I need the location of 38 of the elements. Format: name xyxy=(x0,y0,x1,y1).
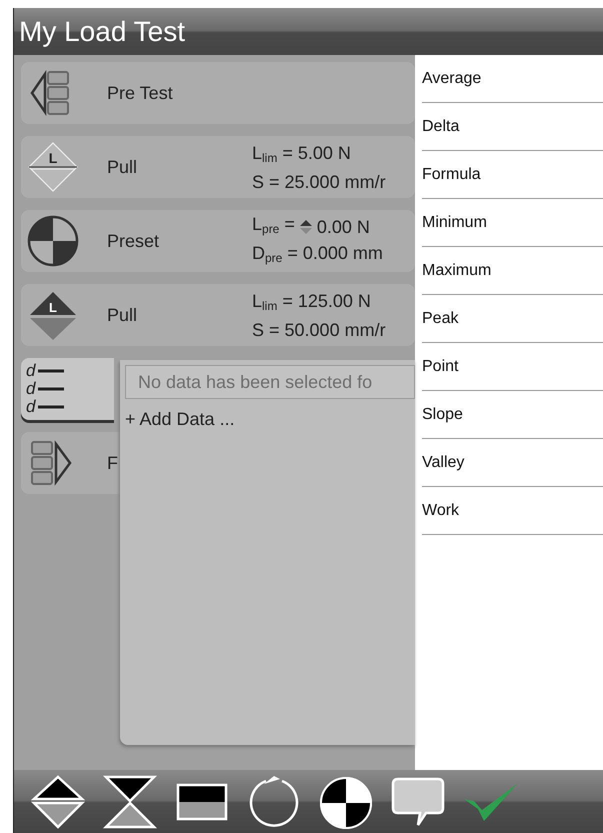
icon-letter: d xyxy=(26,361,36,380)
menu-item[interactable]: Maximum xyxy=(422,247,603,295)
icon-letter: d xyxy=(26,379,36,398)
parameter-text: S = 50.000 mm/r xyxy=(252,318,386,340)
add-data-link[interactable]: + Add Data ... xyxy=(125,409,235,430)
parameter-text: D$_{pre}$ = 0.000 mm xyxy=(252,242,383,267)
data-step-tab[interactable]: d d d xyxy=(21,358,114,420)
menu-item[interactable]: Formula xyxy=(422,151,603,199)
icon-letter: L xyxy=(48,150,58,166)
step-label: F xyxy=(107,452,119,474)
data-field[interactable]: No data has been selected fo xyxy=(125,365,415,399)
step-card[interactable]: L Pull L$_{lim}$ = 125.00 N S = 50.000 mm/r xyxy=(21,284,415,346)
icon-letter: L xyxy=(49,300,57,315)
menu-item[interactable]: Average xyxy=(422,55,603,103)
parameter-text: L$_{lim}$ = 125.00 N xyxy=(252,290,371,314)
icon-letter: d xyxy=(26,397,36,416)
step-card[interactable]: L Pull L$_{lim}$ = 5.00 N S = 25.000 mm/r xyxy=(21,136,415,198)
step-card[interactable]: Preset L$_{pre}$ = 0.00 N D$_{pre}$ = 0.000 mm xyxy=(21,210,415,272)
parameter-value: 0.00 N xyxy=(316,216,370,238)
step-label: Pre Test xyxy=(107,82,174,104)
menu-item[interactable]: Peak xyxy=(422,295,603,343)
menu-item[interactable]: Minimum xyxy=(422,199,603,247)
step-card[interactable]: Pre Test xyxy=(21,62,415,124)
up-down-triangles-icon[interactable] xyxy=(28,772,88,830)
step-label: Pull xyxy=(107,156,138,178)
parameter-label: L$_{pre}$ = xyxy=(252,213,295,238)
step-label: Preset xyxy=(107,230,160,252)
menu-item[interactable]: Delta xyxy=(422,103,603,151)
menu-item[interactable]: Slope xyxy=(422,391,603,439)
menu-item[interactable]: Point xyxy=(422,343,603,391)
parameter-text: S = 25.000 mm/r xyxy=(252,170,386,192)
window-title: My Load Test xyxy=(19,16,186,48)
menu-item[interactable]: Valley xyxy=(422,439,603,487)
step-label: Pull xyxy=(107,304,138,326)
quartered-circle-icon xyxy=(26,214,80,268)
parameter-text: L$_{lim}$ = 5.00 N xyxy=(252,142,351,166)
up-down-arrows-icon[interactable] xyxy=(298,218,313,234)
menu-item[interactable]: Work xyxy=(422,487,603,535)
